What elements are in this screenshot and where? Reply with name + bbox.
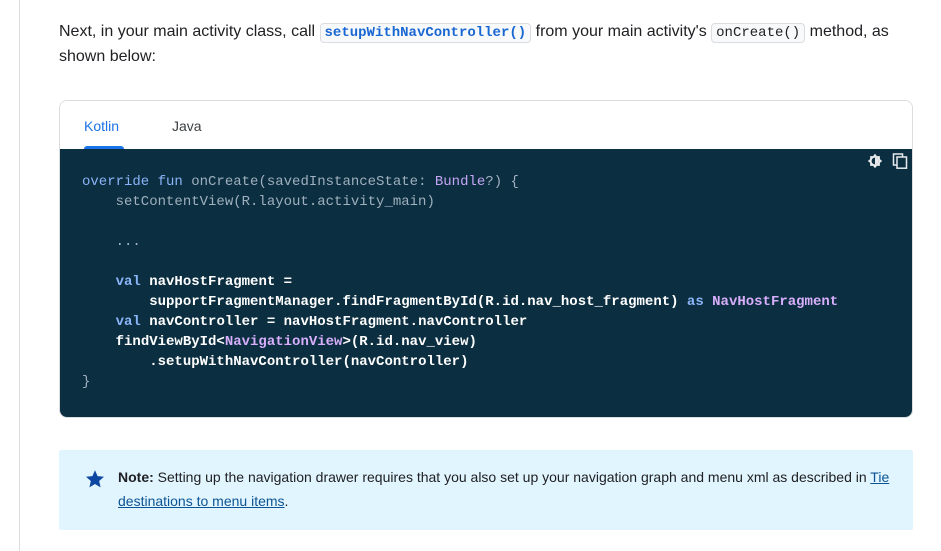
code-text: >(R.id.nav_view)	[342, 334, 477, 350]
note-label: Note:	[118, 469, 154, 485]
code-keyword: val	[115, 314, 141, 330]
code-text: navController = navHostFragment.navContr…	[140, 314, 528, 330]
code-closing-brace: }	[82, 374, 91, 390]
note-end: .	[284, 493, 289, 509]
code-keyword: val	[115, 274, 141, 290]
code-text: supportFragmentManager.findFragmentById(…	[149, 294, 603, 310]
code-type: Bundle	[434, 174, 486, 190]
inline-code-oncreate: onCreate()	[711, 23, 806, 43]
code-text: onCreate(savedInstanceState:	[182, 174, 435, 190]
code-line: setContentView(R.layout.activity_main)	[82, 194, 435, 210]
left-rule	[19, 0, 20, 551]
code-block: override fun onCreate(savedInstanceState…	[60, 149, 912, 417]
note-body: Setting up the navigation drawer require…	[153, 469, 871, 485]
star-icon	[85, 469, 105, 489]
code-text: .setupWithNavController(navController)	[149, 354, 469, 370]
code-type: NavHostFragment	[712, 294, 839, 310]
kotlin-code: override fun onCreate(savedInstanceState…	[82, 172, 838, 392]
code-ellipsis: ...	[82, 234, 141, 250]
code-text: findViewById<	[115, 334, 225, 350]
setup-with-nav-controller-link[interactable]: setupWithNavController()	[319, 23, 532, 43]
note-callout: Note: Setting up the navigation drawer r…	[59, 450, 913, 530]
tab-kotlin[interactable]: Kotlin	[84, 118, 119, 134]
code-keyword: as	[686, 294, 704, 310]
code-type: NavigationView	[224, 334, 343, 350]
inline-code-setup: setupWithNavController()	[319, 23, 532, 43]
intro-text-before: Next, in your main activity class, call	[59, 23, 320, 40]
dark-mode-icon[interactable]	[867, 153, 883, 169]
code-text: fragment)	[602, 294, 687, 310]
tab-java[interactable]: Java	[172, 118, 202, 134]
code-keyword: override fun	[82, 174, 183, 190]
code-sample-card: Kotlin Java override fun onCreate(savedI…	[59, 100, 913, 418]
intro-text-middle: from your main activity's	[531, 23, 712, 40]
code-text: ?) {	[485, 174, 519, 190]
intro-paragraph: Next, in your main activity class, call …	[59, 20, 909, 69]
note-text: Note: Setting up the navigation drawer r…	[118, 465, 898, 513]
language-tabs: Kotlin Java	[60, 101, 912, 149]
copy-icon[interactable]	[892, 153, 908, 169]
code-text: navHostFragment =	[140, 274, 293, 290]
